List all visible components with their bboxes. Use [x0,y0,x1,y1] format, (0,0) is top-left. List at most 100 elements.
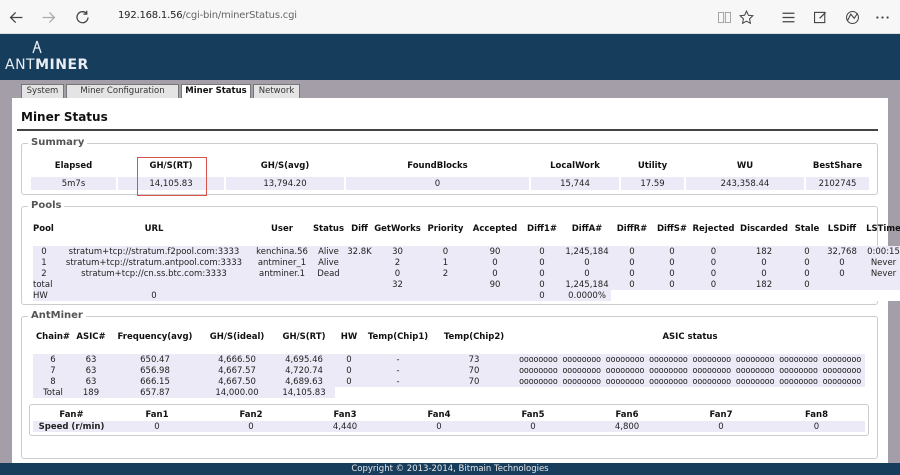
footer-copyright: Copyright © 2013-2014, Bitmain Technolog… [0,463,900,475]
summary-wu: 243,358.44 [684,177,806,190]
pool-diffr: 0 [611,246,653,257]
pool-discarded: 0 [736,268,792,279]
chain-hw: 0 [335,354,363,365]
pools-legend: Pools [28,200,65,211]
pool-rejected: 0 [691,246,736,257]
tab-system[interactable]: System [21,84,64,98]
pool-accepted: 0 [469,257,521,268]
web-note-icon[interactable] [810,7,830,27]
pools-header-getworks: GetWorks [374,223,421,234]
chain-asic-status: oooooooo oooooooo oooooooo oooooooo oooo… [515,376,865,387]
chain-frequency: 666.15 [109,376,201,387]
chain-hw: 0 [335,365,363,376]
pools-header-discarded: Discarded [740,223,788,234]
hub-menu-icon[interactable] [778,7,798,27]
url-host: 192.168.1.56 [118,10,183,21]
chain-temp-chip2: 73 [433,354,515,365]
chain-asic-status: oooooooo oooooooo oooooooo oooooooo oooo… [515,365,865,376]
forward-arrow-icon[interactable] [38,7,58,27]
tab-miner-status[interactable]: Miner Status [181,84,251,99]
chain-id: 8 [33,376,73,387]
pool-status: Dead [311,268,346,279]
pool-user: antminer.1 [253,268,311,279]
favorite-star-icon[interactable] [736,7,756,27]
antminer-logo-icon [32,40,42,54]
pools-header-stale: Stale [794,223,820,234]
chain-temp-chip2: 70 [433,376,515,387]
pools-hw-label: HW [33,290,55,301]
pool-stale: 0 [792,257,822,268]
chain-asic: 63 [73,376,109,387]
chain-ghs-ideal: 4,666.50 [201,354,273,365]
fans-header-fan7: Fan7 [709,409,733,420]
pool-diffr: 0 [611,268,653,279]
pools-total-getworks: 32 [373,279,422,290]
fans-header-fan6: Fan6 [615,409,639,420]
fan2-speed: 0 [204,421,298,432]
pools-header-diffr: DiffR# [616,223,648,234]
antminer-header-frequency: Frequency(avg) [117,331,193,342]
chain-ghs-rt: 4,689.63 [273,376,335,387]
more-options-icon[interactable] [872,7,892,27]
antminer-legend: AntMiner [28,310,86,321]
pools-header-diff1: Diff1# [527,223,557,234]
pool-getworks: 0 [373,268,422,279]
refresh-icon[interactable] [72,7,92,27]
pool-lstime: Never [862,268,900,279]
pool-status: Alive [311,246,346,257]
fan3-speed: 4,440 [298,421,392,432]
pools-total-discarded: 182 [736,279,792,290]
share-icon[interactable] [842,7,862,27]
summary-bestshare: 2102745 [804,177,871,190]
pools-total-diffr: 0 [611,279,653,290]
pool-rejected: 0 [691,268,736,279]
pools-hw-row: HW 0 0 0.0000% [33,290,900,301]
fan6-speed: 4,800 [580,421,674,432]
pools-header-accepted: Accepted [472,223,518,234]
pool-diff1: 0 [521,246,563,257]
chain-ghs-rt: 4,720.74 [273,365,335,376]
summary-legend: Summary [28,137,88,148]
tab-miner-configuration[interactable]: Miner Configuration [66,84,179,98]
pools-total-rejected: 0 [691,279,736,290]
antminer-header-temp-chip1: Temp(Chip1) [367,331,429,342]
antminer-total-ghs-ideal: 14,000.00 [201,387,273,398]
title-divider [17,129,878,131]
pool-url: stratum+tcp://stratum.f2pool.com:3333 [55,246,253,257]
chain-temp-chip2: 70 [433,365,515,376]
antminer-header-hw: HW [340,331,358,342]
app-header [0,34,900,80]
pools-header-diffa: DiffA# [571,223,603,234]
logo-ant-text: ANT [5,57,36,73]
pool-diff [346,257,373,268]
pools-header-status: Status [312,223,345,234]
pool-priority: 2 [422,268,469,279]
antminer-logo: ANTMINER [5,57,89,73]
tab-network[interactable]: Network [253,84,300,98]
antminer-header-temp-chip2: Temp(Chip2) [443,331,505,342]
pool-discarded: 0 [736,257,792,268]
pool-priority: 1 [422,257,469,268]
pools-header-priority: Priority [427,223,464,234]
pools-header-row: Pool URL User Status Diff GetWorks Prior… [33,222,900,235]
pool-id: 1 [33,257,55,268]
pools-total-accepted: 90 [469,279,521,290]
antminer-total-label: Total [33,387,73,398]
address-bar[interactable]: 192.168.1.56/cgi-bin/minerStatus.cgi [118,10,297,21]
pool-lsdiff: 32,768 [822,246,862,257]
chain-frequency: 650.47 [109,354,201,365]
antminer-total-asic: 189 [73,387,109,398]
summary-header-bestshare: BestShare [812,161,863,171]
pools-hw-diff1: 0 [521,290,563,301]
reading-view-icon[interactable] [714,7,734,27]
pool-diffa: 0 [563,257,611,268]
pool-diff1: 0 [521,268,563,279]
chain-temp-chip1: - [363,354,433,365]
pools-hw-diffa: 0.0000% [563,290,611,301]
fans-speed-label: Speed (r/min) [33,421,110,432]
summary-utility: 17.59 [619,177,686,190]
fan7-speed: 0 [674,421,768,432]
chain-temp-chip1: - [363,376,433,387]
chain-row: 8 63 666.15 4,667.50 4,689.63 0 - 70 ooo… [33,376,865,387]
back-arrow-icon[interactable] [6,7,26,27]
